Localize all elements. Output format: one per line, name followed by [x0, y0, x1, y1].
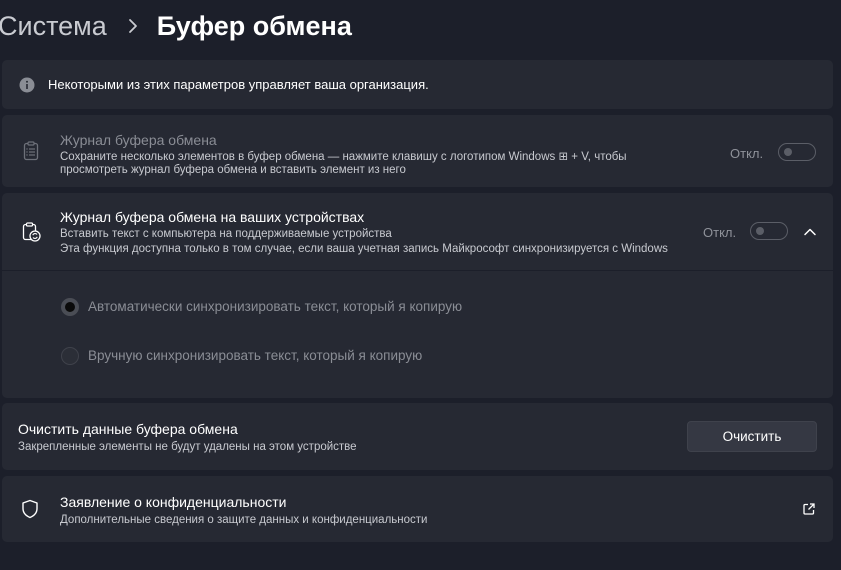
shield-icon — [22, 499, 38, 519]
toggle-knob — [784, 148, 792, 156]
clipboard-sync-desc-1: Вставить текст с компьютера на поддержив… — [60, 228, 392, 240]
clear-clipboard-desc: Закрепленные элементы не будут удалены н… — [18, 441, 357, 453]
clipboard-history-toggle-label: Откл. — [730, 146, 764, 161]
breadcrumb: Система Буфер обмена — [0, 6, 352, 46]
radio-manual-sync-label[interactable]: Вручную синхронизировать текст, который … — [88, 348, 422, 363]
clipboard-list-icon — [23, 141, 39, 161]
radio-auto-sync[interactable] — [61, 298, 79, 316]
privacy-statement-link[interactable]: Заявление о конфиденциальности Дополните… — [2, 476, 833, 542]
clipboard-sync-toggle-label: Откл. — [703, 225, 737, 240]
clipboard-sync-setting: Журнал буфера обмена на ваших устройства… — [2, 193, 833, 398]
clipboard-sync-toggle[interactable] — [750, 222, 788, 240]
breadcrumb-parent-system[interactable]: Система — [0, 11, 107, 42]
section-divider — [2, 270, 833, 271]
toggle-knob — [756, 227, 764, 235]
clipboard-history-setting: Журнал буфера обмена Сохраните несколько… — [2, 115, 833, 187]
privacy-title: Заявление о конфиденциальности — [60, 494, 287, 510]
chevron-up-icon[interactable] — [803, 225, 817, 239]
clipboard-sync-icon — [22, 222, 41, 242]
clear-clipboard-setting: Очистить данные буфера обмена Закрепленн… — [2, 403, 833, 470]
clipboard-history-toggle[interactable] — [778, 143, 816, 161]
clear-button[interactable]: Очистить — [687, 421, 817, 452]
chevron-right-icon — [128, 19, 137, 33]
clipboard-sync-desc-2: Эта функция доступна только в том случае… — [60, 243, 668, 255]
privacy-desc: Дополнительные сведения о защите данных … — [60, 514, 428, 526]
notice-text: Некоторыми из этих параметров управляет … — [48, 77, 429, 92]
clipboard-history-title: Журнал буфера обмена — [60, 132, 217, 148]
managed-by-organization-notice: Некоторыми из этих параметров управляет … — [2, 60, 833, 109]
page-title: Буфер обмена — [156, 10, 352, 41]
clipboard-history-desc-1: Сохраните несколько элементов в буфер об… — [60, 151, 627, 163]
clear-clipboard-title: Очистить данные буфера обмена — [18, 421, 238, 437]
radio-manual-sync[interactable] — [61, 347, 79, 365]
external-link-icon[interactable] — [802, 502, 816, 516]
info-icon — [19, 77, 35, 93]
clipboard-history-desc-2: просмотреть журнал буфера обмена и встав… — [60, 164, 406, 176]
radio-auto-sync-label[interactable]: Автоматически синхронизировать текст, ко… — [88, 299, 462, 314]
clipboard-sync-title: Журнал буфера обмена на ваших устройства… — [60, 209, 365, 225]
